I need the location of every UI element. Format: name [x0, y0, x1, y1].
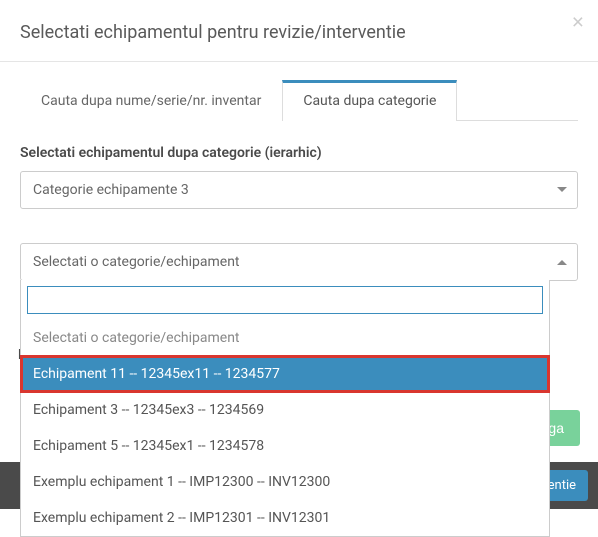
dropdown-option[interactable]: Echipament 11 -- 12345ex11 -- 1234577: [21, 356, 549, 392]
tab-search-by-name[interactable]: Cauta dupa nume/serie/nr. inventar: [20, 80, 282, 121]
dropdown-search-wrap: [21, 280, 549, 320]
category-select[interactable]: Categorie echipamente 3: [20, 171, 578, 209]
modal-body: Cauta dupa nume/serie/nr. inventar Cauta…: [0, 62, 598, 299]
caret-down-icon: [557, 187, 567, 193]
dropdown-option[interactable]: Selectati o categorie/echipament: [21, 320, 549, 356]
dropdown-option[interactable]: Echipament 3 -- 12345ex3 -- 1234569: [21, 392, 549, 428]
tabs: Cauta dupa nume/serie/nr. inventar Cauta…: [20, 80, 578, 121]
equipment-select[interactable]: Selectati o categorie/echipament: [20, 243, 578, 281]
category-select-label: Selectati echipamentul dupa categorie (i…: [20, 145, 578, 161]
equipment-select-value: Selectati o categorie/echipament: [33, 254, 240, 270]
modal-header: Selectati echipamentul pentru revizie/in…: [0, 0, 598, 62]
modal-title: Selectati echipamentul pentru revizie/in…: [20, 22, 578, 43]
close-icon[interactable]: ×: [572, 12, 584, 33]
tab-search-by-category[interactable]: Cauta dupa categorie: [282, 80, 457, 121]
modal: Selectati echipamentul pentru revizie/in…: [0, 0, 598, 509]
caret-up-icon: [557, 259, 567, 265]
dropdown-option[interactable]: Exemplu echipament 2 -- IMP12301 -- INV1…: [21, 500, 549, 536]
dropdown-list: Selectati o categorie/echipamentEchipame…: [21, 320, 549, 536]
dropdown-option[interactable]: Echipament 5 -- 12345ex1 -- 1234578: [21, 428, 549, 464]
dropdown-option[interactable]: Exemplu echipament 1 -- IMP12300 -- INV1…: [21, 464, 549, 500]
category-select-value: Categorie echipamente 3: [33, 182, 189, 198]
equipment-dropdown-panel: Selectati o categorie/echipamentEchipame…: [20, 280, 550, 537]
dropdown-search-input[interactable]: [27, 286, 543, 314]
